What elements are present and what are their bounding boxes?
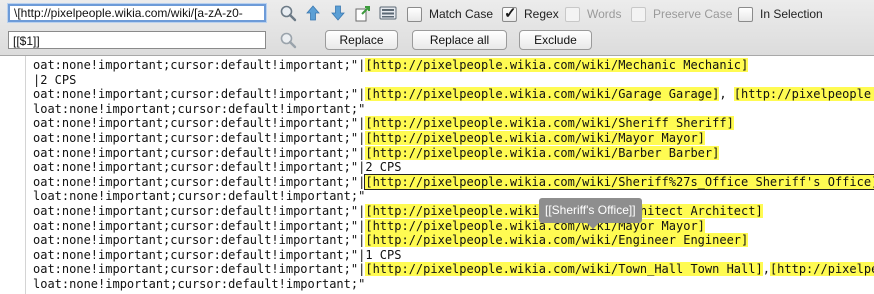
search-match: [http://pixelpeople.wikia.com/wiki/Sheri… <box>365 116 734 131</box>
checkbox-box: ✓ <box>502 4 517 22</box>
words-label: Words <box>587 7 622 21</box>
code-line: loat:none!important;cursor:default!impor… <box>33 277 365 292</box>
code-text: loat:none!important;cursor:default!impor… <box>33 189 366 204</box>
code-text: oat:none!important;cursor:default!import… <box>33 174 366 189</box>
code-line: oat:none!important;cursor:default!import… <box>33 87 874 102</box>
find-replace-panel: \[http://pixelpeople.wikia.com/wiki/[a-z… <box>0 0 874 56</box>
arrow-up-icon[interactable] <box>304 4 322 22</box>
search-match: [http://pixelpeople.wikia.com/wiki/Barbe… <box>365 145 720 160</box>
checkbox-box <box>738 6 753 22</box>
code-text: , <box>762 262 770 277</box>
in-selection-checkbox[interactable]: In Selection <box>738 6 823 22</box>
search-match: [http://pixelpeople.wikia.com/wiki/Mayor… <box>365 218 705 233</box>
code-text: oat:none!important;cursor:default!import… <box>33 145 366 160</box>
gutter-divider <box>25 56 26 294</box>
code-line: oat:none!important;cursor:default!import… <box>33 58 749 73</box>
checkbox-box <box>631 6 646 22</box>
code-text: oat:none!important;cursor:default!import… <box>33 131 366 145</box>
code-editor[interactable]: oat:none!important;cursor:default!import… <box>0 56 874 294</box>
replace-button[interactable]: Replace <box>325 30 398 50</box>
search-match: [http://pixelpeople.wikia.com/wiki/Sheri… <box>364 173 874 190</box>
code-line: oat:none!important;cursor:default!import… <box>33 116 734 131</box>
in-selection-label: In Selection <box>760 7 823 21</box>
code-text: oat:none!important;cursor:default!import… <box>33 262 366 277</box>
match-case-checkbox[interactable]: Match Case <box>407 6 493 22</box>
code-line: oat:none!important;cursor:default!import… <box>33 248 401 263</box>
regex-label: Regex <box>524 7 559 21</box>
code-line: loat:none!important;cursor:default!impor… <box>33 189 365 204</box>
code-line: oat:none!important;cursor:default!import… <box>33 173 874 190</box>
replace-preview-tooltip: [[Sheriff's Office]] <box>539 198 642 229</box>
regex-checkbox[interactable]: ✓ Regex <box>502 4 559 22</box>
checkbox-box <box>565 6 580 22</box>
search-match: [http://pixelpeople.wikia.com/wiki/Mayor… <box>365 131 705 145</box>
code-text: oat:none!important;cursor:default!import… <box>33 218 366 233</box>
search-match: [http://pixelpeople.wikia.com/wiki/Town_… <box>365 262 763 277</box>
checkmark-icon: ✓ <box>504 4 517 22</box>
checkbox-box <box>407 6 422 22</box>
code-text: oat:none!important;cursor:default!import… <box>33 58 366 72</box>
code-line: oat:none!important;cursor:default!import… <box>33 160 401 175</box>
search-match: [http://pixelpeople.wikia.com/wiki/Garag… <box>365 87 720 102</box>
code-line: oat:none!important;cursor:default!import… <box>33 204 763 219</box>
search-match: [http://pixelpeople.wiki <box>733 87 874 102</box>
code-line: oat:none!important;cursor:default!import… <box>33 145 720 161</box>
find-icon[interactable] <box>279 4 297 22</box>
code-text: oat:none!important;cursor:default!import… <box>33 233 366 248</box>
code-text: loat:none!important;cursor:default!impor… <box>33 101 366 116</box>
keyboard-icon[interactable] <box>379 4 397 22</box>
code-text: , <box>719 87 734 102</box>
preserve-case-checkbox: Preserve Case <box>631 6 732 22</box>
code-line: oat:none!important;cursor:default!import… <box>33 262 874 277</box>
code-line: oat:none!important;cursor:default!import… <box>33 131 705 146</box>
replace-input[interactable]: [[$1]] <box>8 31 266 49</box>
match-case-label: Match Case <box>429 7 494 21</box>
code-line: loat:none!important;cursor:default!impor… <box>33 102 365 117</box>
code-line: |2 CPS <box>33 73 76 88</box>
code-text: loat:none!important;cursor:default!impor… <box>33 277 366 291</box>
code-text: oat:none!important;cursor:default!import… <box>33 160 402 175</box>
code-text: oat:none!important;cursor:default!import… <box>33 87 366 102</box>
words-checkbox: Words <box>565 6 621 22</box>
preserve-case-label: Preserve Case <box>653 7 733 21</box>
arrow-down-icon[interactable] <box>329 4 347 22</box>
search-match: [http://pixelpeople <box>769 262 874 277</box>
code-text: oat:none!important;cursor:default!import… <box>33 204 366 218</box>
search-match: [http://pixelpeople.wikia.com/wiki/Engin… <box>365 233 749 248</box>
code-text: oat:none!important;cursor:default!import… <box>33 247 402 262</box>
code-line: oat:none!important;cursor:default!import… <box>33 233 749 248</box>
export-icon[interactable] <box>354 4 372 22</box>
code-text: |2 CPS <box>33 72 77 87</box>
exclude-button[interactable]: Exclude <box>519 30 592 50</box>
replace-all-button[interactable]: Replace all <box>412 30 507 50</box>
search-match: [http://pixelpeople.wikia.com/wiki/Mecha… <box>365 58 749 72</box>
code-text: oat:none!important;cursor:default!import… <box>33 116 366 131</box>
find-replace-icon[interactable] <box>279 31 297 49</box>
find-input[interactable]: \[http://pixelpeople.wikia.com/wiki/[a-z… <box>8 4 266 22</box>
